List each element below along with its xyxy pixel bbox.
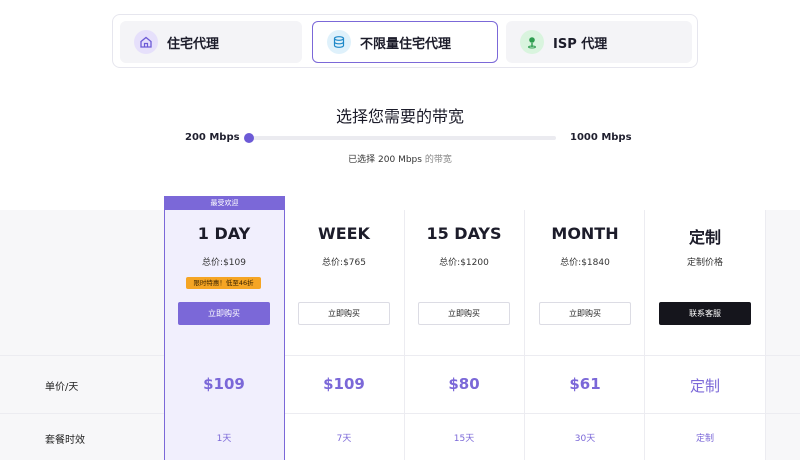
plan-column-15-days (405, 210, 525, 460)
plan-column-month (525, 210, 645, 460)
pricing-page: 住宅代理 不限量住宅代理 ISP 代理 选择您需要的带宽 200 Mbps 10… (0, 0, 800, 460)
selected-suffix: 的带宽 (421, 155, 452, 165)
plan-total-week: 总价:$765 (322, 258, 366, 268)
plan-total-month: 总价:$1840 (560, 258, 610, 268)
column-divider (765, 210, 766, 460)
duration-custom: 定制 (695, 434, 714, 444)
unit-price-1-day: $109 (203, 375, 245, 393)
duration-week: 7天 (336, 434, 352, 444)
plan-name-15-days: 15 DAYS (426, 224, 502, 243)
selected-value: 已选择 200 Mbps (348, 155, 422, 165)
bandwidth-min-label: 200 Mbps (185, 132, 240, 143)
database-icon (327, 30, 351, 54)
buy-button-week[interactable]: 立即购买 (298, 302, 390, 325)
unit-price-custom: 定制 (689, 377, 720, 395)
location-pin-icon (520, 30, 544, 54)
bandwidth-title: 选择您需要的带宽 (335, 107, 464, 126)
home-icon (134, 30, 158, 54)
plan-total-1-day: 总价:$109 (202, 258, 246, 268)
tab-label: 住宅代理 (167, 36, 220, 52)
plan-name-week: WEEK (318, 224, 370, 243)
tab-label: 不限量住宅代理 (360, 36, 452, 52)
column-divider (404, 210, 405, 460)
duration-month: 30天 (574, 434, 596, 444)
buy-button-month[interactable]: 立即购买 (539, 302, 631, 325)
tab-label: ISP 代理 (553, 36, 608, 52)
duration-15-days: 15天 (453, 434, 475, 444)
row-divider (0, 413, 800, 414)
unit-price-15-days: $80 (448, 375, 480, 393)
unit-price-label: 单价/天 (45, 382, 79, 393)
tab-isp-proxy[interactable]: ISP 代理 (506, 21, 692, 63)
bandwidth-slider-thumb[interactable] (244, 133, 254, 143)
unit-price-week: $109 (323, 375, 365, 393)
bandwidth-selected-text: 已选择 200 Mbps 的带宽 (0, 152, 800, 165)
bandwidth-max-label: 1000 Mbps (570, 132, 632, 143)
most-popular-badge: 最受欢迎 (164, 196, 285, 210)
plan-column-week (285, 210, 405, 460)
contact-support-button[interactable]: 联系客服 (659, 302, 751, 325)
tab-unlimited-residential-proxy[interactable]: 不限量住宅代理 (312, 21, 498, 63)
plan-name-1-day: 1 DAY (197, 224, 251, 243)
plan-total-15-days: 总价:$1200 (439, 258, 489, 268)
unit-price-month: $61 (569, 375, 601, 393)
bandwidth-slider[interactable] (244, 133, 556, 143)
plan-name-month: MONTH (551, 224, 619, 243)
buy-button-15-days[interactable]: 立即购买 (418, 302, 510, 325)
promo-badge: 限时特惠！低至46折 (186, 277, 261, 289)
plan-total-custom: 定制价格 (686, 258, 723, 268)
column-divider (524, 210, 525, 460)
row-divider (0, 355, 800, 356)
duration-label: 套餐时效 (45, 435, 85, 446)
tab-residential-proxy[interactable]: 住宅代理 (120, 21, 302, 63)
product-tabs: 住宅代理 不限量住宅代理 ISP 代理 (112, 14, 698, 68)
buy-button-1-day[interactable]: 立即购买 (178, 302, 270, 325)
duration-1-day: 1天 (216, 434, 232, 444)
plan-name-custom: 定制 (688, 228, 721, 247)
